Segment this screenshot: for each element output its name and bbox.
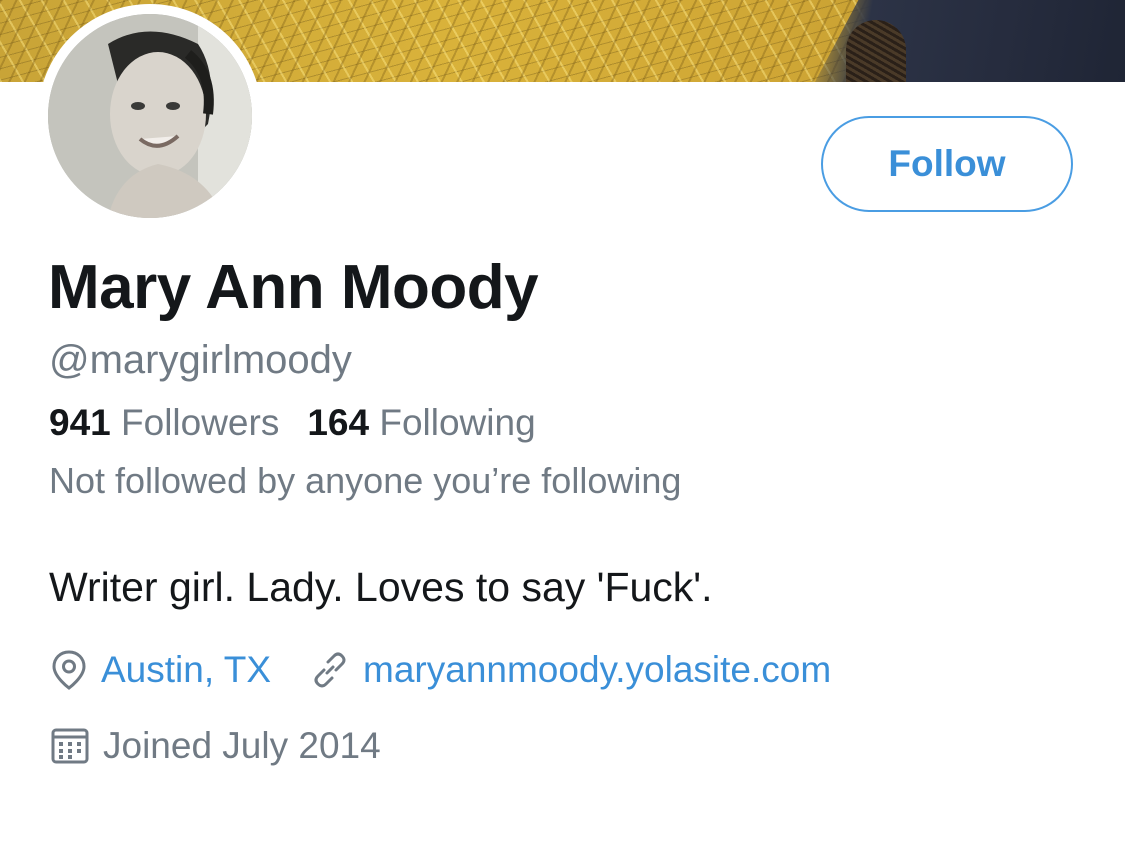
profile-page: Follow Mary Ann Moody @marygirlmoody 941…: [0, 0, 1125, 845]
follow-button[interactable]: Follow: [821, 116, 1073, 212]
followers-label: Followers: [121, 402, 280, 443]
followers-count: 941: [49, 402, 111, 443]
avatar[interactable]: [48, 14, 252, 218]
location-link[interactable]: Austin, TX: [101, 649, 271, 691]
website-item: maryannmoody.yolasite.com: [309, 649, 831, 691]
following-count: 164: [307, 402, 370, 443]
banner-figure: [815, 0, 1125, 82]
link-icon: [309, 649, 351, 691]
profile-bio: Writer girl. Lady. Loves to say 'Fuck'.: [49, 564, 713, 610]
following-label: Following: [379, 402, 536, 443]
website-link[interactable]: maryannmoody.yolasite.com: [363, 649, 831, 691]
location-item: Austin, TX: [49, 649, 271, 691]
profile-meta: Austin, TX maryannmoody.yolasite.com: [49, 646, 831, 694]
profile-name: Mary Ann Moody: [48, 253, 539, 322]
followers-link[interactable]: 941 Followers: [49, 402, 279, 443]
follow-stats: 941 Followers 164 Following: [49, 402, 536, 444]
profile-handle: @marygirlmoody: [49, 338, 352, 382]
mutual-followers-note: Not followed by anyone you’re following: [49, 460, 682, 501]
calendar-icon: [49, 725, 91, 767]
joined-text: Joined July 2014: [103, 725, 381, 766]
joined-date: Joined July 2014: [49, 722, 381, 770]
location-pin-icon: [49, 649, 89, 691]
following-link[interactable]: 164 Following: [307, 402, 535, 443]
